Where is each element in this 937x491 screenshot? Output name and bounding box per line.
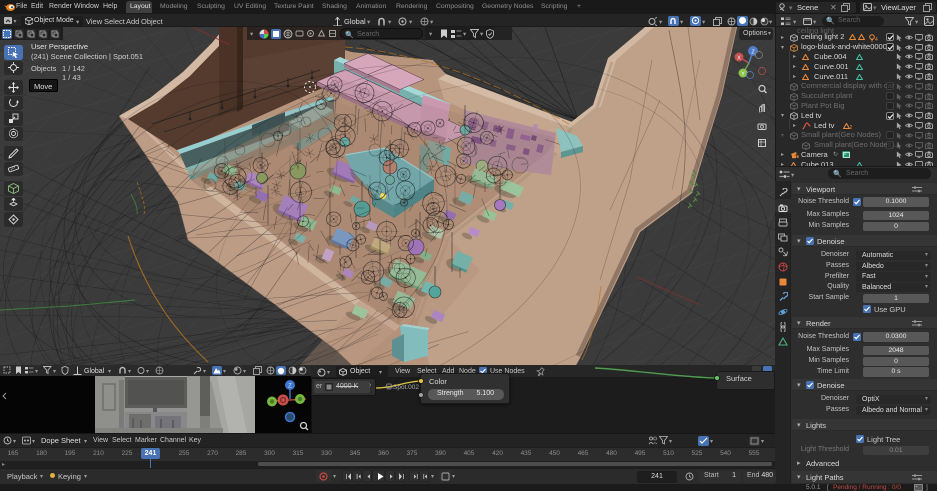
svg-text:Z: Z	[288, 384, 292, 390]
svg-text:Y: Y	[741, 72, 745, 78]
svg-text:▾: ▾	[14, 19, 17, 25]
svg-text:X: X	[737, 56, 741, 62]
